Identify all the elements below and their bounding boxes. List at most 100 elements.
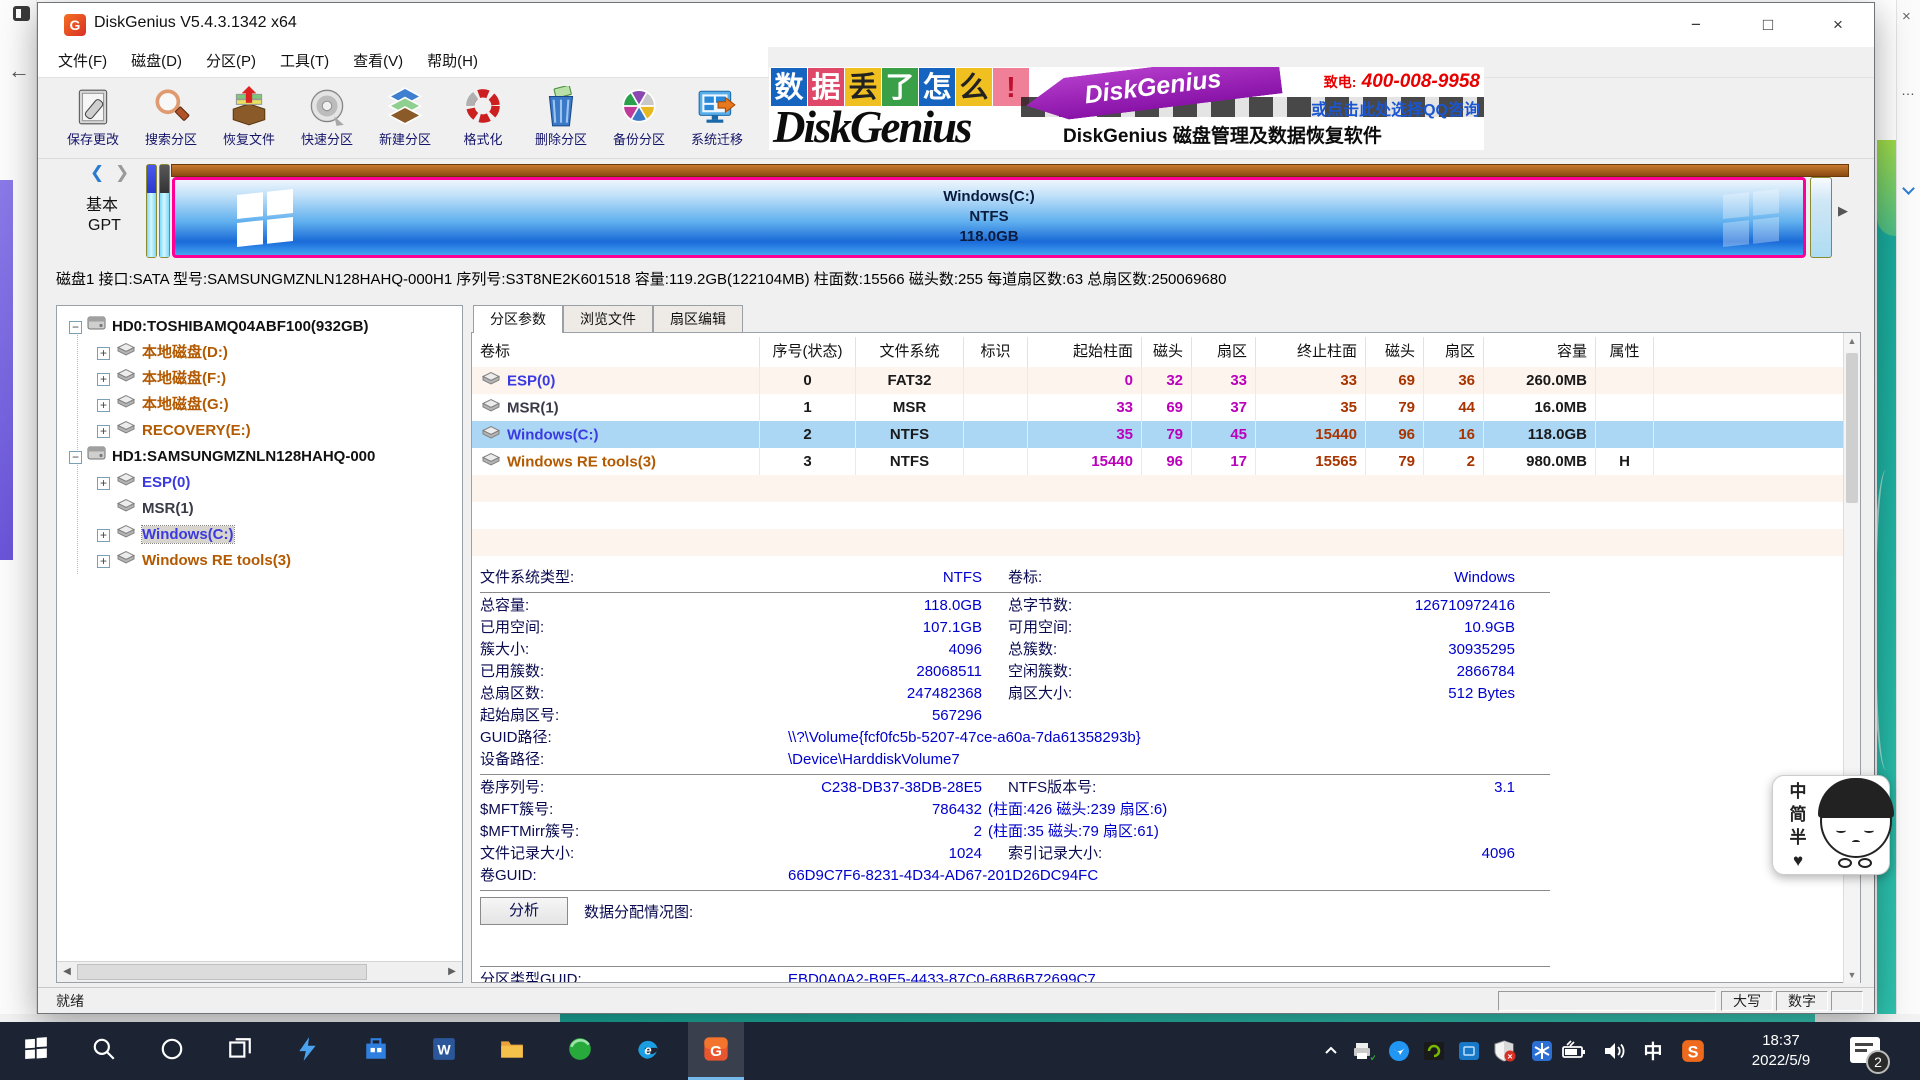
- column-header-10[interactable]: 容量: [1484, 337, 1596, 367]
- tree-item-hd0-toshibamq04abf100-932gb-[interactable]: −HD0:TOSHIBAMQ04ABF100(932GB): [69, 314, 368, 340]
- taskbar-clock[interactable]: 18:37 2022/5/9: [1733, 1031, 1829, 1071]
- taskbar-app-diskgenius[interactable]: G: [688, 1022, 744, 1080]
- tray-intel-icon[interactable]: [1454, 1036, 1484, 1066]
- tree-horizontal-scrollbar[interactable]: ◀ ▶: [57, 961, 462, 982]
- taskbar-app-store[interactable]: [348, 1022, 404, 1080]
- column-header-4[interactable]: 起始柱面: [1028, 337, 1142, 367]
- disk-prev-icon[interactable]: ❮: [90, 163, 104, 182]
- tray-volume-icon[interactable]: [1600, 1036, 1630, 1066]
- toolbar-quick-button[interactable]: 快速分区: [288, 81, 366, 157]
- tab-sector-edit[interactable]: 扇区编辑: [653, 305, 743, 332]
- toolbar-search-button[interactable]: 搜索分区: [132, 81, 210, 157]
- column-header-5[interactable]: 磁头: [1142, 337, 1192, 367]
- taskbar-app-word[interactable]: W: [416, 1022, 472, 1080]
- tree-expander-icon[interactable]: −: [69, 321, 82, 334]
- table-row-1[interactable]: MSR(1)1MSR33693735794416.0MB: [472, 394, 1861, 421]
- analyze-button[interactable]: 分析: [480, 897, 568, 925]
- tree-expander-icon[interactable]: +: [97, 555, 110, 568]
- tray-snowflake-icon[interactable]: [1527, 1036, 1557, 1066]
- taskbar-app-search[interactable]: [76, 1022, 132, 1080]
- tab-partition-params[interactable]: 分区参数: [473, 305, 563, 333]
- toolbar-save-button[interactable]: 保存更改: [54, 81, 132, 157]
- scrollbar-thumb[interactable]: [77, 964, 367, 980]
- esp-partition-block[interactable]: [146, 164, 157, 258]
- tray-chevron-icon[interactable]: [1316, 1036, 1346, 1066]
- tray-defender-icon[interactable]: ×: [1490, 1036, 1520, 1066]
- column-header-3[interactable]: 标识: [964, 337, 1028, 367]
- table-row-0[interactable]: ESP(0)0FAT3203233336936260.0MB: [472, 367, 1861, 394]
- panel-splitter[interactable]: [463, 305, 471, 983]
- taskbar-app-lightning[interactable]: [280, 1022, 336, 1080]
- column-header-8[interactable]: 磁头: [1366, 337, 1424, 367]
- scroll-up-icon[interactable]: ▲: [1844, 333, 1860, 349]
- scroll-left-icon[interactable]: ◀: [57, 962, 77, 982]
- ime-mode-0[interactable]: 中: [1785, 780, 1811, 803]
- tray-battery-icon[interactable]: [1560, 1036, 1590, 1066]
- scrollbar-thumb[interactable]: [1846, 353, 1858, 503]
- tree-expander-icon[interactable]: −: [69, 451, 82, 464]
- tree-expander-icon[interactable]: +: [97, 425, 110, 438]
- tree-item--d-[interactable]: +本地磁盘(D:): [97, 340, 228, 366]
- more-options-icon[interactable]: …: [1901, 82, 1916, 98]
- tree-expander-icon[interactable]: +: [97, 529, 110, 542]
- back-arrow-icon[interactable]: ←: [8, 58, 30, 84]
- toolbar-migrate-button[interactable]: 系统迁移: [678, 81, 756, 157]
- toolbar-format-button[interactable]: 格式化: [444, 81, 522, 157]
- close-button[interactable]: ×: [1810, 9, 1866, 41]
- taskbar-app-start[interactable]: [8, 1022, 64, 1080]
- toolbar-delpart-button[interactable]: 删除分区: [522, 81, 600, 157]
- background-close-icon[interactable]: ×: [1902, 8, 1911, 25]
- table-row-2[interactable]: Windows(C:)2NTFS357945154409616118.0GB: [472, 421, 1861, 448]
- taskbar-app-task-view[interactable]: [212, 1022, 268, 1080]
- menu-item-3[interactable]: 工具(T): [268, 47, 341, 77]
- tray-printer-icon[interactable]: ✓: [1348, 1036, 1378, 1066]
- tree-item-msr-1-[interactable]: MSR(1): [97, 496, 194, 522]
- ime-mode-1[interactable]: 简: [1785, 803, 1811, 826]
- tree-item-recovery-e-[interactable]: +RECOVERY(E:): [97, 418, 251, 444]
- disk-next-icon[interactable]: ❯: [115, 163, 129, 182]
- re-tools-partition-block[interactable]: [1810, 177, 1832, 258]
- msr-partition-block[interactable]: [159, 164, 170, 258]
- tree-item--f-[interactable]: +本地磁盘(F:): [97, 366, 226, 392]
- minimize-button[interactable]: −: [1668, 9, 1724, 41]
- banner-qq-link[interactable]: 或点击此处选择QQ咨询: [1311, 96, 1480, 120]
- tab-browse-files[interactable]: 浏览文件: [563, 305, 653, 332]
- toolbar-recover-button[interactable]: 恢复文件: [210, 81, 288, 157]
- taskbar-app-explorer[interactable]: [484, 1022, 540, 1080]
- windows-c-partition-block[interactable]: Windows(C:) NTFS 118.0GB: [172, 177, 1806, 258]
- tree-expander-icon[interactable]: +: [97, 477, 110, 490]
- tree-item-hd1-samsungmznln128hahq-000[interactable]: −HD1:SAMSUNGMZNLN128HAHQ-000: [69, 444, 375, 470]
- menu-item-1[interactable]: 磁盘(D): [119, 47, 194, 77]
- ime-mode-3[interactable]: ♥: [1785, 849, 1811, 872]
- scroll-down-icon[interactable]: ▼: [1844, 967, 1860, 983]
- tray-nvidia-icon[interactable]: [1419, 1036, 1449, 1066]
- column-header-6[interactable]: 扇区: [1192, 337, 1256, 367]
- column-header-0[interactable]: 卷标: [472, 337, 760, 367]
- toolbar-backup-button[interactable]: 备份分区: [600, 81, 678, 157]
- tree-item-esp-0-[interactable]: +ESP(0): [97, 470, 190, 496]
- tree-item-windows-re-tools-3-[interactable]: +Windows RE tools(3): [97, 548, 291, 574]
- tree-item--g-[interactable]: +本地磁盘(G:): [97, 392, 229, 418]
- taskbar-app-green-browser[interactable]: [552, 1022, 608, 1080]
- taskbar-app-edge[interactable]: e: [620, 1022, 676, 1080]
- tree-expander-icon[interactable]: +: [97, 399, 110, 412]
- disk-scroll-right-icon[interactable]: ▶: [1838, 203, 1848, 219]
- column-header-2[interactable]: 文件系统: [856, 337, 964, 367]
- column-header-7[interactable]: 终止柱面: [1256, 337, 1366, 367]
- tree-item-windows-c-[interactable]: +Windows(C:): [97, 522, 234, 548]
- column-header-1[interactable]: 序号(状态): [760, 337, 856, 367]
- column-header-9[interactable]: 扇区: [1424, 337, 1484, 367]
- table-row-3[interactable]: Windows RE tools(3)3NTFS1544096171556579…: [472, 448, 1861, 475]
- title-bar[interactable]: G DiskGenius V5.4.3.1342 x64 − □ ×: [38, 3, 1874, 47]
- menu-item-4[interactable]: 查看(V): [341, 47, 415, 77]
- menu-item-5[interactable]: 帮助(H): [415, 47, 490, 77]
- ime-mode-labels[interactable]: 中简半♥: [1785, 780, 1811, 872]
- vertical-scrollbar[interactable]: ▲ ▼: [1843, 333, 1860, 983]
- maximize-button[interactable]: □: [1740, 9, 1796, 41]
- toolbar-newpart-button[interactable]: 新建分区: [366, 81, 444, 157]
- menu-item-2[interactable]: 分区(P): [194, 47, 268, 77]
- menu-item-0[interactable]: 文件(F): [46, 47, 119, 77]
- taskbar-app-cortana[interactable]: [144, 1022, 200, 1080]
- tray-ime-icon[interactable]: 中: [1638, 1036, 1668, 1066]
- ime-mode-2[interactable]: 半: [1785, 826, 1811, 849]
